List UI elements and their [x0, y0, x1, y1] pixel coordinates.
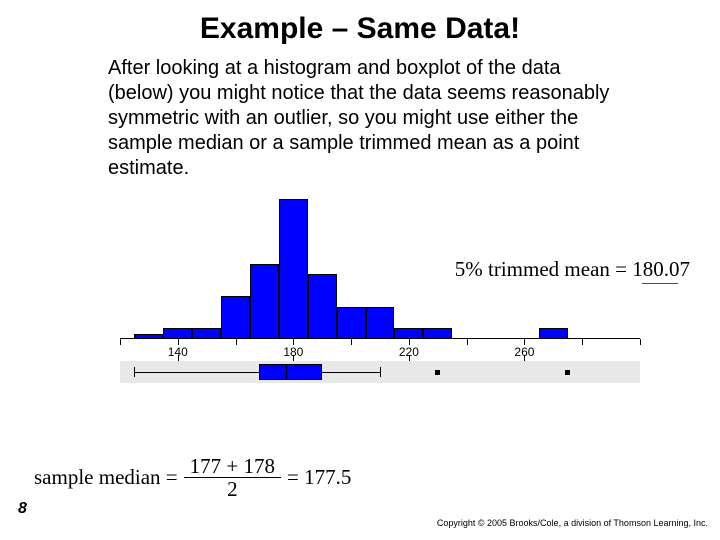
histogram-bar [308, 274, 337, 339]
histogram-bar [279, 199, 308, 339]
histogram-boxplot-chart: 140180220260 5% trimmed mean = 180.07 [120, 187, 640, 387]
formula-numerator: 177 + 178 [184, 455, 281, 478]
boxplot [120, 357, 640, 387]
histogram-bar [366, 307, 395, 339]
boxplot-outlier [565, 370, 570, 375]
histogram-bar [337, 307, 366, 339]
boxplot-outlier [435, 370, 440, 375]
trimmed-mean-line [642, 283, 678, 284]
copyright-text: Copyright © 2005 Brooks/Cole, a division… [437, 518, 708, 528]
median-formula: sample median = 177 + 178 2 = 177.5 [34, 455, 351, 500]
trimmed-mean-annotation: 5% trimmed mean = 180.07 [455, 257, 690, 282]
page-number: 8 [18, 500, 27, 518]
formula-lhs: sample median = [34, 465, 178, 490]
body-paragraph: After looking at a histogram and boxplot… [0, 56, 720, 181]
formula-rhs: = 177.5 [287, 465, 351, 490]
histogram-bar [221, 296, 250, 339]
page-title: Example – Same Data! [0, 0, 720, 56]
histogram-bar [250, 264, 279, 339]
formula-denominator: 2 [221, 478, 244, 500]
